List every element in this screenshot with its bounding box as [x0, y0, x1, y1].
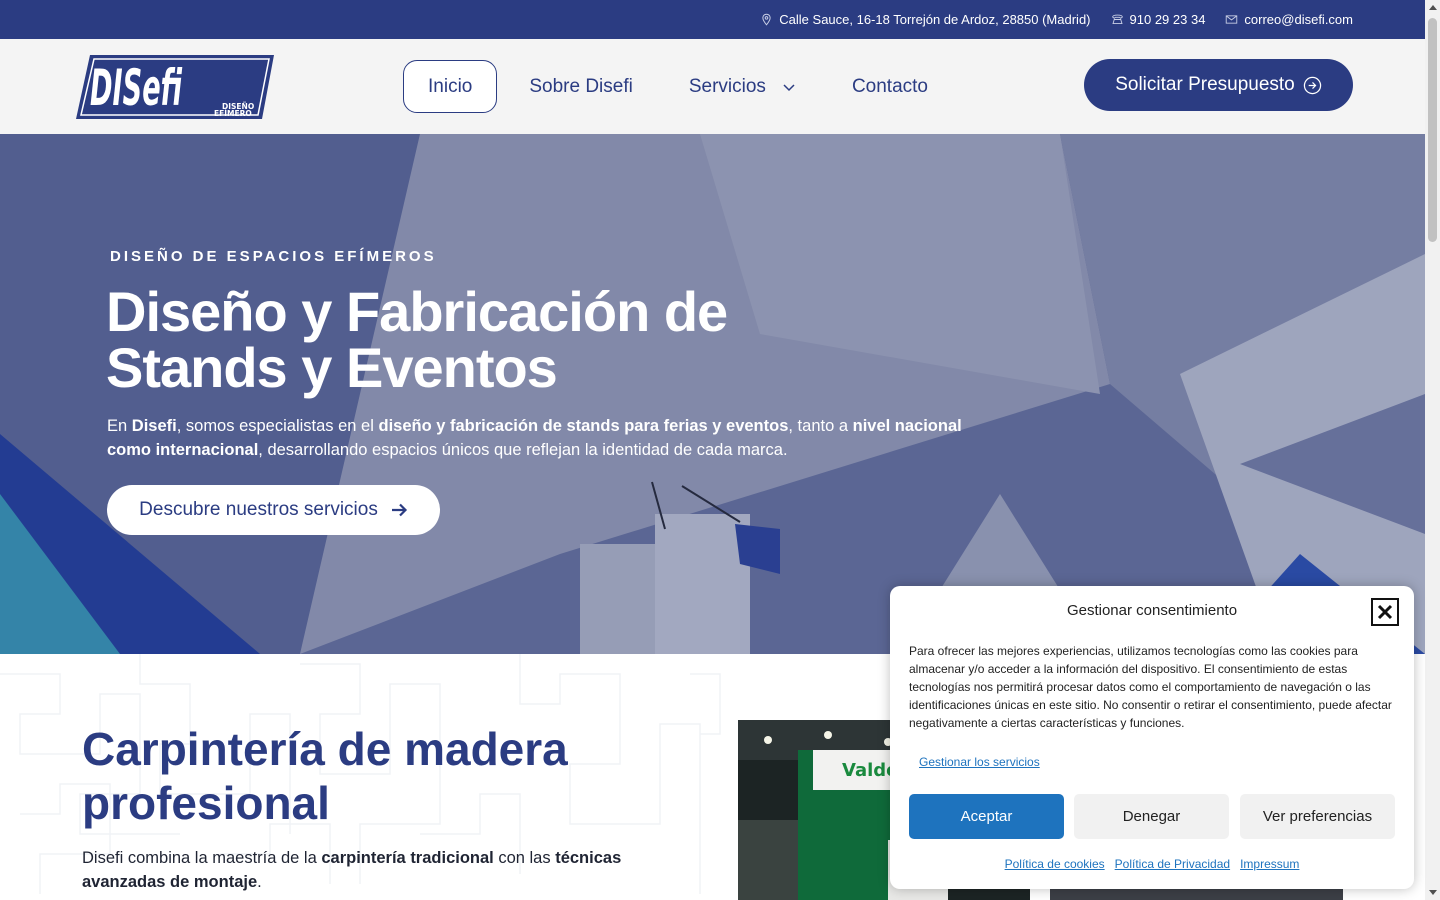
cookie-consent-dialog: Gestionar consentimiento Para ofrecer la… [890, 586, 1414, 889]
nav-contacto[interactable]: Contacto [828, 60, 952, 113]
view-preferences-button[interactable]: Ver preferencias [1240, 794, 1395, 839]
nav-sobre-disefi[interactable]: Sobre Disefi [505, 60, 657, 113]
cookie-policy-link[interactable]: Política de cookies [1005, 857, 1105, 871]
phone-icon [1111, 14, 1123, 25]
request-quote-label: Solicitar Presupuesto [1115, 74, 1295, 95]
consent-title: Gestionar consentimiento [1066, 602, 1238, 619]
section-title-line2: profesional [82, 777, 330, 829]
main-nav: Inicio Sobre Disefi Servicios Contacto [403, 60, 952, 113]
site-header: DISefi DISEÑO EFÍMERO Inicio Sobre Disef… [0, 39, 1425, 134]
scrollbar-thumb[interactable] [1428, 18, 1437, 242]
discover-services-label: Descubre nuestros servicios [139, 499, 378, 520]
lead-text-2: , somos especialistas en el [176, 417, 379, 435]
nav-servicios-label: Servicios [688, 75, 766, 97]
manage-services-link[interactable]: Gestionar los servicios [919, 755, 1040, 769]
privacy-policy-link[interactable]: Política de Privacidad [1115, 857, 1230, 871]
logo-sub-efimero: EFÍMERO [214, 109, 252, 118]
para-text-3: . [257, 873, 262, 891]
logo-wordmark: DISefi [90, 59, 182, 117]
top-info-bar: Calle Sauce, 16-18 Torrejón de Ardoz, 28… [0, 0, 1425, 39]
section-title-line1: Carpintería de madera [82, 723, 568, 775]
lead-bold-2: diseño y fabricación de stands para feri… [378, 417, 789, 435]
mail-icon [1226, 15, 1238, 24]
scroll-down-arrow-icon[interactable] [1429, 890, 1437, 895]
consent-close-button[interactable] [1371, 598, 1399, 626]
scroll-up-arrow-icon[interactable] [1429, 5, 1437, 10]
lead-bold-1: Disefi [131, 417, 177, 435]
email-text: correo@disefi.com [1244, 12, 1353, 27]
hero-title-line1: Diseño y Fabricación de [106, 280, 728, 343]
hero-title: Diseño y Fabricación de Stands y Eventos [106, 284, 826, 396]
page-scrollbar[interactable] [1425, 0, 1440, 900]
address-text: Calle Sauce, 16-18 Torrejón de Ardoz, 28… [779, 12, 1091, 27]
impressum-link[interactable]: Impressum [1240, 857, 1299, 871]
nav-inicio[interactable]: Inicio [403, 60, 498, 113]
discover-services-button[interactable]: Descubre nuestros servicios [107, 485, 440, 535]
hero-section: DISEÑO DE ESPACIOS EFÍMEROS Diseño y Fab… [0, 134, 1425, 654]
map-pin-icon [762, 13, 771, 26]
section-paragraph: Disefi combina la maestría de la carpint… [82, 846, 682, 894]
consent-message: Para ofrecer las mejores experiencias, u… [909, 644, 1392, 730]
deny-button[interactable]: Denegar [1074, 794, 1229, 839]
consent-policy-links: Política de cookies Política de Privacid… [890, 857, 1414, 871]
section-title: Carpintería de madera profesional [82, 722, 682, 830]
address-item[interactable]: Calle Sauce, 16-18 Torrejón de Ardoz, 28… [760, 12, 1091, 27]
phone-text: 910 29 23 34 [1129, 12, 1206, 27]
hero-title-line2: Stands y Eventos [106, 336, 558, 399]
nav-servicios[interactable]: Servicios [665, 60, 820, 113]
email-item[interactable]: correo@disefi.com [1225, 12, 1353, 27]
hero-eyebrow: DISEÑO DE ESPACIOS EFÍMEROS [110, 248, 437, 265]
para-text-2: con las [493, 849, 556, 867]
phone-item[interactable]: 910 29 23 34 [1111, 12, 1206, 27]
disefi-logo[interactable]: DISefi DISEÑO EFÍMERO [76, 53, 276, 121]
lead-text-1: En [107, 417, 132, 435]
para-text-1: Disefi combina la maestría de la [82, 849, 322, 867]
close-icon [1377, 604, 1393, 620]
arrow-circle-right-icon [1303, 76, 1321, 94]
para-bold-1: carpintería tradicional [321, 849, 494, 867]
request-quote-button[interactable]: Solicitar Presupuesto [1084, 59, 1353, 111]
hero-lead: En Disefi, somos especialistas en el dis… [107, 414, 1007, 462]
accept-button[interactable]: Aceptar [909, 794, 1064, 839]
arrow-right-icon [391, 503, 407, 517]
lead-text-3: , tanto a [788, 417, 853, 435]
chevron-down-icon [783, 83, 795, 91]
lead-text-4: , desarrollando espacios únicos que refl… [258, 441, 788, 459]
